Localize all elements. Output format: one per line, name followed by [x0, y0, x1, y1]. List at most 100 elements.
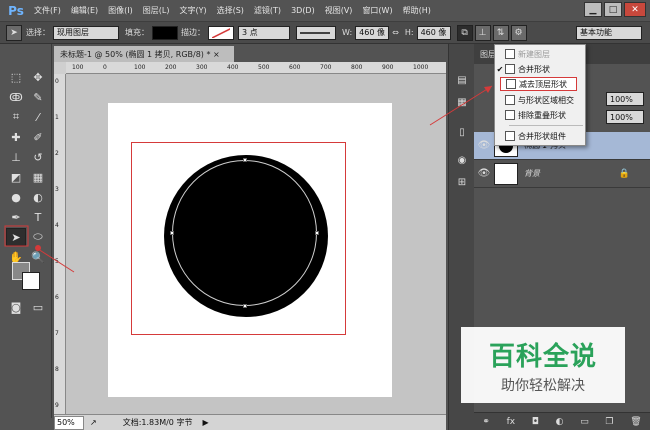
properties-panel-icon[interactable]: ▦ [453, 94, 471, 110]
workspace-dropdown[interactable]: 基本功能 [576, 25, 642, 40]
h-label: H: [404, 28, 414, 37]
menu-help[interactable]: 帮助(H) [398, 5, 436, 16]
close-button[interactable]: ✕ [624, 2, 646, 17]
status-menu-arrow-icon[interactable]: ▶ [202, 418, 208, 427]
height-field[interactable]: 460 像 [416, 25, 451, 40]
menu-item-label: 减去顶层形状 [519, 79, 567, 89]
ellipse-tool-icon[interactable]: ⬭ [28, 228, 48, 246]
watermark-subtitle: 助你轻松解决 [501, 377, 585, 394]
menu-item-exclude-overlap[interactable]: 排除重叠形状 [495, 108, 585, 122]
ruler-tick-label: 8 [55, 366, 59, 373]
type-tool-icon[interactable]: T [28, 208, 48, 226]
ruler-corner [54, 62, 66, 74]
ruler-tick-label: 3 [55, 186, 59, 193]
folder-icon[interactable]: ▭ [580, 417, 589, 427]
magic-wand-tool-icon[interactable]: ✎ [28, 88, 48, 106]
menu-filter[interactable]: 滤镜(T) [249, 5, 286, 16]
screen-mode-icon[interactable]: ▭ [28, 298, 48, 316]
marquee-tool-icon[interactable]: ⬚ [6, 68, 26, 86]
zoom-tool-icon[interactable]: 🔍 [28, 248, 48, 266]
menu-file[interactable]: 文件(F) [29, 5, 66, 16]
options-bar: ➤ 选择： 现用图层 填充： 描边： 3 点 W: 460 像 ⇔ H: 460… [0, 22, 650, 44]
fill-opacity-field[interactable]: 100% [606, 110, 644, 124]
zoom-field[interactable]: 50% [54, 415, 84, 430]
menu-item-intersect-shapes[interactable]: 与形状区域相交 [495, 93, 585, 107]
ruler-tick-label: 0 [55, 78, 59, 85]
menu-layer[interactable]: 图层(L) [138, 5, 175, 16]
swatches-panel-icon[interactable]: ◉ [453, 152, 471, 168]
fill-label: 填充： [125, 28, 149, 37]
fill-swatch[interactable] [152, 25, 178, 40]
menu-item-merge-components[interactable]: 合并形状组件 [495, 129, 585, 143]
stroke-type-dropdown[interactable] [296, 25, 336, 40]
minimize-button[interactable]: ▁ [584, 2, 602, 17]
dodge-tool-icon[interactable]: ◐ [28, 188, 48, 206]
lasso-tool-icon[interactable]: ↂ [6, 88, 26, 106]
menu-edit[interactable]: 编辑(E) [66, 5, 103, 16]
ruler-tick-label: 5 [55, 258, 59, 265]
menu-item-label: 合并形状组件 [518, 131, 566, 141]
paragraph-panel-icon[interactable]: ▯ [453, 124, 471, 140]
path-alignment-button[interactable]: ⊥ [474, 24, 491, 41]
width-field[interactable]: 460 像 [355, 25, 390, 40]
intersect-shape-icon [505, 95, 515, 105]
trash-icon[interactable]: 🗑 [630, 417, 641, 427]
select-dropdown[interactable]: 现用图层 [53, 25, 119, 40]
menu-item-combine-shapes[interactable]: ✔ 合并形状 [495, 62, 585, 76]
export-icon[interactable]: ↗ [90, 418, 97, 427]
pen-tool-icon[interactable]: ✒ [6, 208, 26, 226]
background-color-swatch[interactable] [22, 272, 40, 290]
crop-tool-icon[interactable]: ⌗ [6, 108, 26, 126]
document-tab[interactable]: 未标题-1 @ 50% (椭圆 1 拷贝, RGB/8) * × [54, 46, 234, 62]
clone-stamp-tool-icon[interactable]: ⊥ [6, 148, 26, 166]
blur-tool-icon[interactable]: ● [6, 188, 26, 206]
tool-preset-icon[interactable]: ➤ [6, 24, 22, 41]
anchor-point-top[interactable] [243, 158, 247, 162]
menu-item-label: 合并形状 [518, 64, 550, 74]
anchor-point-bottom[interactable] [243, 304, 247, 308]
adjustment-icon[interactable]: ◐ [556, 417, 564, 427]
ruler-tick-label: 600 [289, 64, 301, 71]
settings-gear-icon[interactable]: ⚙ [510, 24, 527, 41]
horizontal-ruler[interactable]: 100 0 100 200 300 400 500 600 700 800 900 1000 [66, 62, 446, 74]
gradient-tool-icon[interactable]: ▦ [28, 168, 48, 186]
circle-path-outline[interactable] [172, 160, 317, 306]
link-icon[interactable]: ⇔ [392, 28, 399, 37]
menu-select[interactable]: 选择(S) [212, 5, 249, 16]
ruler-tick-label: 200 [165, 64, 177, 71]
eyedropper-tool-icon[interactable]: ⁄ [28, 108, 48, 126]
menu-type[interactable]: 文字(Y) [174, 5, 211, 16]
opacity-field[interactable]: 100% [606, 92, 644, 106]
history-brush-tool-icon[interactable]: ↺ [28, 148, 48, 166]
path-operations-button[interactable]: ⧉ [456, 24, 473, 41]
menu-item-subtract-front-shape[interactable]: 减去顶层形状 [500, 77, 577, 91]
layers-footer: ⚭ fx ◘ ◐ ▭ ❐ 🗑 [474, 412, 650, 430]
stroke-swatch[interactable] [208, 25, 234, 40]
fx-icon[interactable]: fx [507, 417, 516, 427]
path-arrangement-button[interactable]: ⇅ [492, 24, 509, 41]
maximize-button[interactable]: □ [604, 2, 622, 17]
brush-tool-icon[interactable]: ✐ [28, 128, 48, 146]
quick-mask-icon[interactable]: ◙ [6, 298, 26, 316]
visibility-eye-icon[interactable]: 👁 [474, 140, 494, 151]
move-tool-icon[interactable]: ✥ [28, 68, 48, 86]
visibility-eye-icon[interactable]: 👁 [474, 168, 494, 179]
link-layers-icon[interactable]: ⚭ [482, 417, 490, 427]
healing-brush-tool-icon[interactable]: ✚ [6, 128, 26, 146]
mask-icon[interactable]: ◘ [532, 417, 539, 427]
menu-window[interactable]: 窗口(W) [357, 5, 397, 16]
vertical-ruler[interactable]: 0 1 2 3 4 5 6 7 8 9 [54, 74, 66, 414]
menu-view[interactable]: 视图(V) [320, 5, 358, 16]
menu-3d[interactable]: 3D(D) [286, 6, 320, 15]
layer-row-background[interactable]: 👁 背景 🔒 [474, 160, 650, 188]
grid-panel-icon[interactable]: ⊞ [453, 174, 471, 190]
anchor-point-right[interactable] [315, 231, 319, 235]
history-panel-icon[interactable]: ▤ [453, 72, 471, 88]
menu-image[interactable]: 图像(I) [103, 5, 138, 16]
anchor-point-left[interactable] [170, 231, 174, 235]
ruler-tick-label: 400 [227, 64, 239, 71]
path-selection-tool-icon[interactable]: ➤ [6, 228, 26, 246]
eraser-tool-icon[interactable]: ◩ [6, 168, 26, 186]
new-layer-icon[interactable]: ❐ [605, 417, 613, 427]
stroke-size-field[interactable]: 3 点 [238, 25, 290, 40]
